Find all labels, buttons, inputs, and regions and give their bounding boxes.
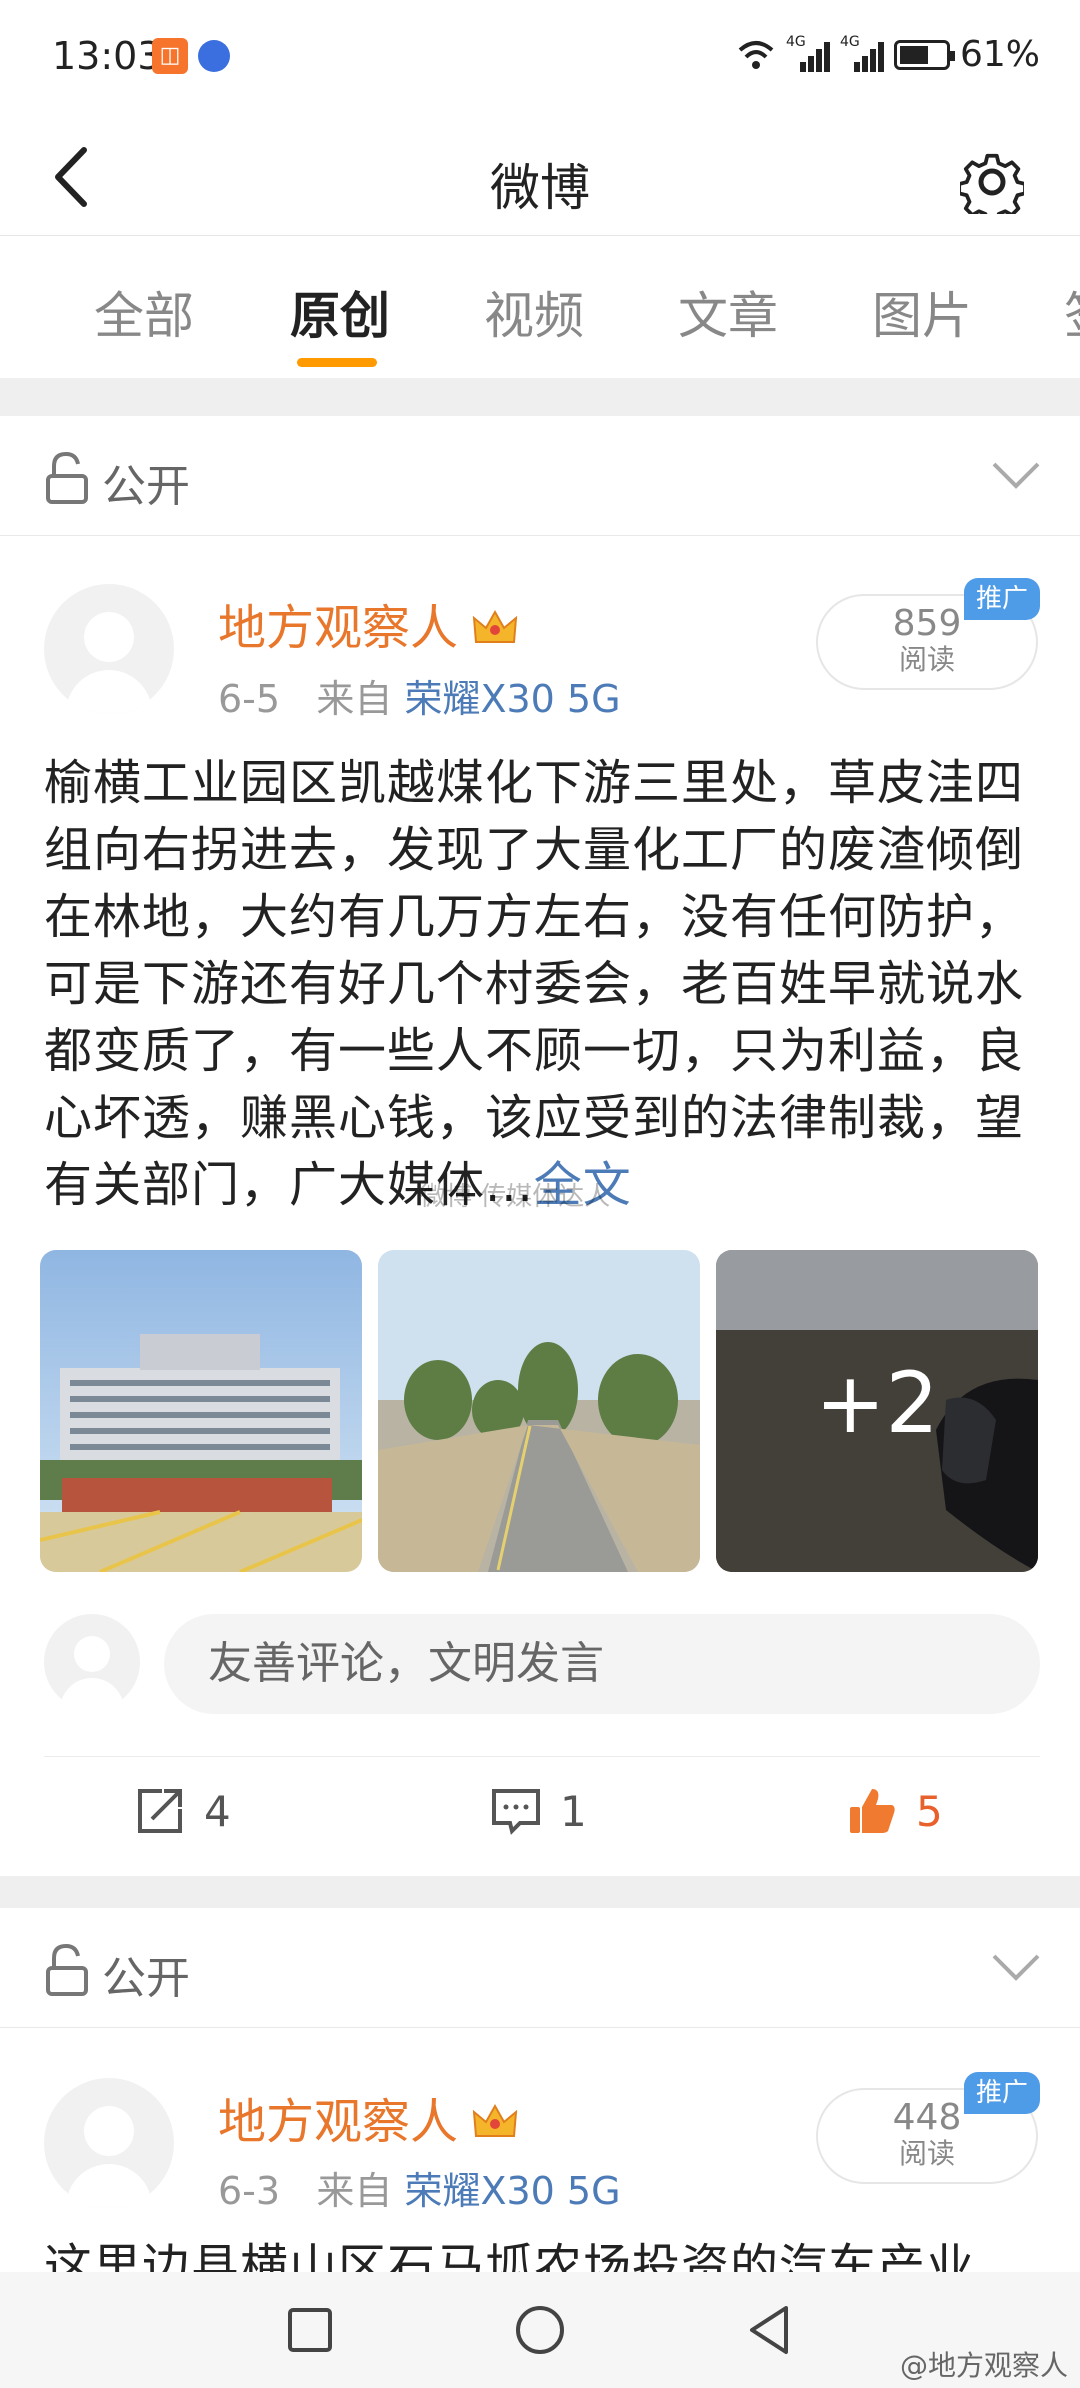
- comment-button[interactable]: 1: [490, 1785, 587, 1837]
- app-notification-icon-2: [198, 40, 230, 72]
- post-meta: 6-3 来自 荣耀X30 5G: [218, 2169, 621, 2213]
- visibility-row[interactable]: 公开: [0, 416, 1080, 536]
- share-icon: [138, 1789, 182, 1833]
- tab-article[interactable]: 文章: [678, 276, 778, 348]
- tab-image[interactable]: 图片: [872, 276, 972, 348]
- signal-icon: 4G: [786, 34, 830, 72]
- post-text[interactable]: 榆横工业园区凯越煤化下游三里处，草皮洼四组向右拐进去，发现了大量化工厂的废渣倾倒…: [44, 750, 1044, 1219]
- commenter-avatar: [44, 1614, 140, 1710]
- author-name[interactable]: 地方观察人: [218, 2082, 518, 2152]
- signal-icon-2: 4G: [840, 34, 884, 72]
- crown-icon: [472, 609, 518, 643]
- thumbs-up-icon: [850, 1789, 895, 1833]
- status-time: 13:03: [52, 34, 162, 78]
- tab-all[interactable]: 全部: [94, 276, 194, 348]
- crown-icon: [472, 2103, 518, 2137]
- comment-count: 1: [560, 1786, 587, 1836]
- promote-badge[interactable]: 推广: [964, 578, 1040, 620]
- status-bar: 13:03 ◫ 4G 4G 61%: [0, 0, 1080, 118]
- repost-button[interactable]: 4: [134, 1785, 231, 1837]
- tab-more[interactable]: 签: [1064, 276, 1080, 348]
- comment-input[interactable]: 友善评论，文明发言: [164, 1614, 1040, 1714]
- post-text[interactable]: 这里边县横山区石马坬农场投资的汽车产业: [44, 2234, 1044, 2274]
- gear-icon[interactable]: [960, 150, 1024, 214]
- comment-icon: [492, 1789, 540, 1835]
- post-image-2[interactable]: [378, 1250, 700, 1572]
- post-image-1[interactable]: [40, 1250, 362, 1572]
- back-nav-icon[interactable]: [742, 2302, 798, 2358]
- chevron-down-icon[interactable]: [990, 460, 1042, 490]
- more-images-count[interactable]: +2: [716, 1354, 1038, 1452]
- battery-percent: 61%: [959, 34, 1040, 75]
- avatar[interactable]: [44, 584, 174, 714]
- filter-tabs: 全部 原创 视频 文章 图片 签: [0, 236, 1080, 378]
- tab-video[interactable]: 视频: [484, 276, 584, 348]
- like-count: 5: [916, 1786, 943, 1836]
- wifi-icon: [738, 40, 774, 69]
- app-notification-icon: ◫: [152, 38, 188, 74]
- overlay-watermark: 微博 传媒体达人: [420, 1182, 611, 1212]
- chevron-down-icon[interactable]: [990, 1952, 1042, 1982]
- status-right: 4G 4G 61%: [736, 34, 1040, 75]
- unlock-icon: [46, 451, 88, 504]
- home-icon[interactable]: [512, 2302, 568, 2358]
- recents-icon[interactable]: [282, 2302, 338, 2358]
- post-actions: 4 1 5: [44, 1756, 1040, 1876]
- corner-watermark: @地方观察人: [899, 2349, 1068, 2382]
- like-button[interactable]: 5: [846, 1785, 943, 1837]
- author-name[interactable]: 地方观察人: [218, 588, 518, 658]
- active-tab-indicator: [297, 358, 377, 367]
- page-title: 微博: [490, 159, 590, 217]
- post-image-3[interactable]: +2: [716, 1250, 1038, 1572]
- promote-badge[interactable]: 推广: [964, 2072, 1040, 2114]
- visibility-label: 公开: [102, 461, 190, 512]
- avatar[interactable]: [44, 2078, 174, 2208]
- top-nav-bar: 微博: [0, 118, 1080, 236]
- visibility-label: 公开: [102, 1953, 190, 2004]
- visibility-row-2[interactable]: 公开: [0, 1908, 1080, 2028]
- battery-icon: [893, 39, 955, 70]
- repost-count: 4: [204, 1786, 231, 1836]
- unlock-icon: [46, 1943, 88, 1996]
- post-meta: 6-5 来自 荣耀X30 5G: [218, 677, 621, 721]
- tab-original[interactable]: 原创: [290, 276, 390, 348]
